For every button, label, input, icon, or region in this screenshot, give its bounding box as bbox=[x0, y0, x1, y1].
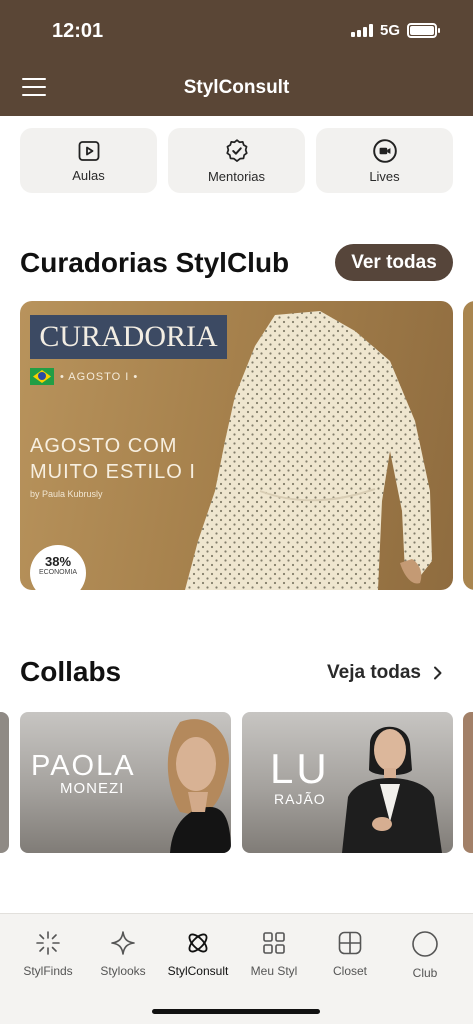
home-indicator[interactable] bbox=[152, 1009, 320, 1014]
closet-icon bbox=[338, 931, 362, 955]
tab-stylooks[interactable]: Stylooks bbox=[85, 930, 161, 978]
tab-label: StylFinds bbox=[23, 964, 73, 978]
veja-todas-link[interactable]: Veja todas bbox=[327, 662, 443, 684]
economy-label: ECONOMIA bbox=[38, 569, 78, 576]
play-icon bbox=[78, 140, 99, 161]
tab-label: Closet bbox=[332, 964, 367, 978]
curadoria-author: by Paula Kubrusly bbox=[30, 489, 103, 499]
veja-todas-label: Veja todas bbox=[327, 662, 421, 683]
tab-closet[interactable]: Closet bbox=[312, 930, 388, 978]
sparkle-burst-icon bbox=[36, 931, 60, 955]
tile-label: Mentorias bbox=[207, 168, 266, 184]
next-collab-card[interactable] bbox=[463, 712, 473, 853]
status-indicators: 5G bbox=[350, 22, 440, 39]
page-title: StylConsult bbox=[183, 77, 290, 98]
star-outline-icon bbox=[111, 931, 135, 955]
tab-label: Club bbox=[412, 966, 438, 980]
collab-last-name: RAJÃO bbox=[274, 791, 326, 807]
app-header: 12:01 5G StylConsult bbox=[0, 0, 473, 116]
tile-label: Aulas bbox=[72, 167, 105, 183]
interlocked-rings-icon bbox=[188, 933, 208, 953]
video-camera-icon bbox=[372, 138, 397, 163]
tile-lives[interactable]: Lives bbox=[316, 128, 453, 193]
ver-todas-button[interactable]: Ver todas bbox=[335, 244, 453, 281]
collabs-section-title: Collabs bbox=[20, 656, 122, 687]
battery-icon bbox=[407, 23, 440, 38]
next-curadoria-card[interactable] bbox=[463, 301, 473, 590]
tab-label: StylConsult bbox=[167, 964, 229, 978]
headline-line-1: AGOSTO COM bbox=[30, 435, 178, 457]
economy-percent: 38% bbox=[44, 554, 72, 569]
status-time: 12:01 bbox=[52, 20, 104, 42]
brazil-flag-icon bbox=[30, 368, 54, 385]
tab-label: Stylooks bbox=[100, 964, 146, 978]
badge-check-icon bbox=[225, 138, 248, 162]
tab-club[interactable]: Club bbox=[387, 930, 463, 980]
bottom-tab-bar: StylFinds Stylooks StylConsult Meu Styl bbox=[0, 913, 473, 1024]
curadorias-section-title: Curadorias StylClub bbox=[20, 247, 290, 278]
circle-icon bbox=[412, 931, 438, 957]
tile-label: Lives bbox=[369, 168, 400, 184]
collab-card-paola[interactable]: PAOLA MONEZI bbox=[20, 712, 231, 853]
curadoria-headline: AGOSTO COM MUITO ESTILO I bbox=[30, 433, 196, 485]
chevron-right-icon bbox=[434, 666, 442, 680]
network-type: 5G bbox=[379, 22, 400, 39]
tab-stylfinds[interactable]: StylFinds bbox=[10, 930, 86, 978]
quick-tiles: Aulas Mentorias Lives bbox=[20, 128, 453, 193]
tile-aulas[interactable]: Aulas bbox=[20, 128, 157, 193]
collab-first-name: PAOLA bbox=[31, 750, 136, 782]
curadoria-month: • AGOSTO I • bbox=[60, 371, 139, 383]
headline-line-2: MUITO ESTILO I bbox=[30, 461, 196, 483]
curadoria-tag: CURADORIA bbox=[30, 315, 227, 359]
tab-label: Meu Styl bbox=[250, 964, 298, 978]
tile-mentorias[interactable]: Mentorias bbox=[168, 128, 305, 193]
collab-last-name: MONEZI bbox=[60, 780, 125, 797]
signal-icon bbox=[350, 24, 373, 37]
tab-meu-styl[interactable]: Meu Styl bbox=[236, 930, 312, 978]
collab-card-lu[interactable]: LU RAJÃO bbox=[242, 712, 453, 853]
collab-first-name: LU bbox=[270, 745, 330, 792]
tab-stylconsult[interactable]: StylConsult bbox=[160, 930, 236, 978]
prev-collab-card[interactable] bbox=[0, 712, 9, 853]
curadoria-card[interactable]: CURADORIA • AGOSTO I • AGOSTO COM MUITO … bbox=[20, 301, 453, 590]
grid-icon bbox=[263, 932, 285, 954]
